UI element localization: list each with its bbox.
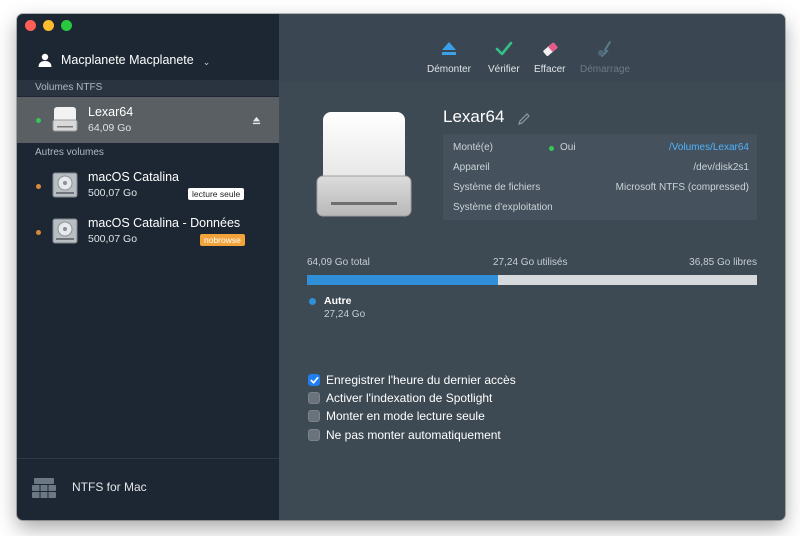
volume-name: macOS Catalina [88, 170, 180, 184]
volume-size: 500,07 Go [88, 233, 138, 245]
mount-path-link[interactable]: /Volumes/Lexar64 [669, 138, 749, 158]
internal-disk-icon [52, 218, 78, 244]
filesystem-value: Microsoft NTFS (compressed) [615, 182, 749, 193]
startup-icon [598, 41, 612, 57]
startup-button[interactable]: Démarrage [580, 40, 630, 75]
ntfs-logo-icon [32, 478, 56, 498]
sidebar-item-lexar64[interactable]: Lexar64 64,09 Go [17, 97, 279, 143]
free-size: 36,85 Go libres [689, 257, 757, 268]
eject-icon [441, 42, 456, 55]
verify-button[interactable]: Vérifier [488, 40, 520, 75]
zoom-window-button[interactable] [61, 20, 72, 31]
eraser-icon [543, 42, 558, 56]
option-label: Enregistrer l'heure du dernier accès [326, 373, 516, 387]
option-last-access[interactable]: Enregistrer l'heure du dernier accès [308, 372, 568, 388]
checkbox[interactable] [308, 374, 320, 386]
startup-label: Démarrage [580, 64, 631, 75]
usage-bar [307, 275, 757, 285]
device-value: /dev/disk2s1 [693, 162, 749, 173]
sidebar-item-macos-catalina-donnees[interactable]: macOS Catalina - Données 500,07 Go nobro… [17, 210, 279, 256]
erase-label: Effacer [534, 64, 566, 75]
pencil-icon[interactable] [517, 112, 531, 126]
legend-color-dot [309, 298, 316, 305]
legend-value: 27,24 Go [324, 309, 366, 320]
checkbox[interactable] [308, 410, 320, 422]
app-name: NTFS for Mac [72, 480, 147, 494]
device-label: Appareil [453, 162, 490, 173]
mounted-label: Monté(e) [453, 142, 494, 153]
option-label: Activer l'indexation de Spotlight [326, 391, 493, 405]
app-window: Macplanete Macplanete ⌄ Volumes NTFS Lex… [17, 14, 785, 520]
option-label: Ne pas monter automatiquement [326, 428, 501, 442]
read-only-badge: lecture seule [188, 188, 245, 200]
legend-name: Autre [324, 295, 352, 307]
internal-disk-icon [52, 172, 78, 198]
window-controls [25, 20, 72, 31]
usage-bar-fill [307, 275, 499, 285]
os-label: Système d'exploitation [453, 202, 553, 213]
volume-name: Lexar64 [88, 105, 134, 119]
unmount-button[interactable]: Démonter [427, 40, 471, 75]
section-header-other: Autres volumes [17, 145, 279, 161]
total-size: 64,09 Go total [307, 257, 370, 268]
minimize-window-button[interactable] [43, 20, 54, 31]
option-no-automount[interactable]: Ne pas monter automatiquement [308, 427, 568, 443]
erase-button[interactable]: Effacer [534, 40, 566, 75]
user-icon [38, 53, 52, 67]
status-dot [36, 230, 41, 235]
option-read-only[interactable]: Monter en mode lecture seule [308, 408, 568, 424]
info-row-filesystem: Système de fichiers Microsoft NTFS (comp… [453, 178, 749, 198]
info-row-os: Système d'exploitation [453, 198, 749, 218]
user-name: Macplanete Macplanete [61, 53, 194, 67]
info-row-device: Appareil /dev/disk2s1 [453, 158, 749, 178]
filesystem-label: Système de fichiers [453, 182, 541, 193]
mounted-value: Oui [560, 142, 576, 153]
mounted-status-dot [36, 118, 41, 123]
external-drive-icon [316, 112, 412, 217]
chevron-down-icon: ⌄ [202, 56, 211, 67]
mounted-status: Oui [549, 138, 576, 158]
section-header-ntfs: Volumes NTFS [17, 80, 279, 96]
volume-title: Lexar64 [443, 107, 505, 126]
external-drive-icon [52, 107, 78, 132]
volume-info-panel: Monté(e) Oui /Volumes/Lexar64 Appareil /… [443, 134, 757, 220]
volume-name: macOS Catalina - Données [88, 216, 241, 230]
verify-label: Vérifier [488, 64, 520, 75]
sidebar: Macplanete Macplanete ⌄ Volumes NTFS Lex… [17, 14, 279, 520]
eject-icon[interactable] [252, 116, 261, 125]
status-dot [36, 184, 41, 189]
user-menu[interactable]: Macplanete Macplanete ⌄ [37, 52, 210, 68]
option-spotlight[interactable]: Activer l'indexation de Spotlight [308, 390, 568, 406]
volume-size: 64,09 Go [88, 122, 132, 134]
used-size: 27,24 Go utilisés [493, 257, 568, 268]
info-row-mounted: Monté(e) Oui /Volumes/Lexar64 [453, 138, 749, 158]
unmount-label: Démonter [427, 64, 471, 75]
toolbar: Démonter Vérifier Effacer Démarrage [279, 14, 785, 82]
mounted-status-dot [549, 145, 554, 151]
main-panel: Démonter Vérifier Effacer Démarrage Lexa… [279, 14, 785, 520]
nobrowse-badge: nobrowse [200, 234, 245, 246]
checkmark-icon [495, 41, 513, 56]
close-window-button[interactable] [25, 20, 36, 31]
volume-size: 500,07 Go [88, 187, 138, 199]
option-label: Monter en mode lecture seule [326, 409, 485, 423]
sidebar-item-macos-catalina[interactable]: macOS Catalina 500,07 Go lecture seule [17, 164, 279, 210]
sidebar-footer: NTFS for Mac [17, 458, 279, 520]
checkbox[interactable] [308, 392, 320, 404]
checkmark-icon [310, 376, 319, 384]
checkbox[interactable] [308, 429, 320, 441]
